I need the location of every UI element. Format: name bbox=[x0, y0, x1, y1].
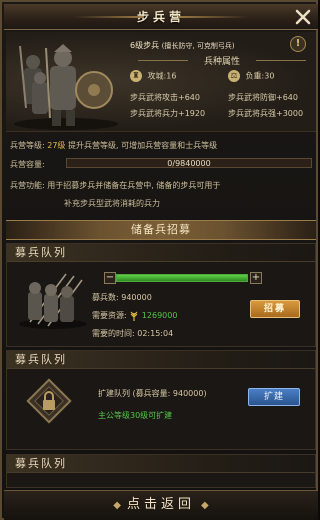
queue-3-title: 募兵队列 bbox=[7, 455, 315, 473]
recruit-resource-label: 需要资源: bbox=[92, 311, 127, 320]
camp-level-value: 27级 bbox=[47, 141, 66, 150]
weight-icon: ⚖ bbox=[228, 70, 240, 82]
unit-name: 6级步兵 bbox=[130, 41, 160, 50]
title-ornament-left bbox=[74, 16, 144, 18]
recruit-resource-value: 1269000 bbox=[141, 311, 178, 320]
bonus-attack-label: 步兵武将攻击 bbox=[130, 93, 178, 102]
stat-siege-value: 16 bbox=[166, 71, 177, 81]
recruit-time-label: 需要的时间: bbox=[92, 329, 135, 338]
bonus-troops: 步兵武将兵力+1920 bbox=[130, 108, 205, 119]
unit-note: (擅长防守, 可克制弓兵) bbox=[161, 42, 235, 50]
camp-level-label: 兵营等级: bbox=[10, 141, 45, 150]
expand-queue-label: 扩建队列 bbox=[98, 389, 130, 398]
quantity-decrease-button[interactable]: − bbox=[104, 272, 116, 284]
recruit-quantity-slider[interactable] bbox=[116, 274, 248, 282]
quantity-increase-button[interactable]: + bbox=[250, 272, 262, 284]
bonus-attack: 步兵武将攻击+640 bbox=[130, 92, 200, 103]
recruit-count-line: 募兵数: 940000 bbox=[92, 292, 152, 303]
recruit-queue-3: 募兵队列 bbox=[6, 454, 316, 488]
back-diamond-left-icon: ◆ bbox=[113, 500, 121, 511]
recruit-count-label: 募兵数: bbox=[92, 293, 119, 302]
expand-capacity-note: (募兵容量: 940000) bbox=[132, 389, 207, 398]
camp-function-desc-1: 用于招募步兵并储备在兵营中, 储备的步兵可用于 bbox=[47, 181, 221, 190]
bonus-troops-value: +1920 bbox=[178, 109, 206, 118]
expand-queue-line: 扩建队列 (募兵容量: 940000) bbox=[98, 388, 207, 399]
barracks-window: 步兵营 6级步兵 (擅长防守, 可克制弓兵) ! 兵种属性 ♜ 攻城:16 ⚖ … bbox=[0, 0, 318, 520]
back-label: 点击返回 bbox=[126, 497, 195, 512]
bonus-strength: 步兵武将兵强+3000 bbox=[228, 108, 303, 119]
recruit-soldiers-image bbox=[19, 273, 87, 329]
bonus-defense-label: 步兵武将防御 bbox=[228, 93, 276, 102]
camp-capacity-bar: 0/9840000 bbox=[66, 158, 312, 168]
back-button[interactable]: ◆ 点击返回 ◆ bbox=[4, 490, 318, 520]
bonus-defense-value: +640 bbox=[276, 93, 298, 102]
infantry-soldiers-image bbox=[14, 44, 118, 130]
camp-level-line: 兵营等级: 27级 提升兵营等级, 可增加兵营容量和士兵等级 bbox=[10, 140, 217, 151]
stat-weight: ⚖ 负重:30 bbox=[228, 70, 274, 82]
camp-capacity-text: 0/9840000 bbox=[167, 159, 211, 168]
lock-icon bbox=[26, 378, 72, 424]
stat-weight-label: 负重: bbox=[245, 71, 265, 81]
bonus-strength-label: 步兵武将兵强 bbox=[228, 109, 276, 118]
expand-requirement: 主公等级30级可扩建 bbox=[98, 411, 173, 420]
attributes-title: 兵种属性 bbox=[130, 54, 314, 67]
recruit-time-line: 需要的时间: 02:15:04 bbox=[92, 328, 173, 339]
slider-fill bbox=[117, 275, 247, 281]
expand-button[interactable]: 扩建 bbox=[248, 388, 300, 406]
siege-icon: ♜ bbox=[130, 70, 142, 82]
bonus-troops-label: 步兵武将兵力 bbox=[130, 109, 178, 118]
bonus-attack-value: +640 bbox=[178, 93, 200, 102]
back-diamond-right-icon: ◆ bbox=[201, 500, 209, 511]
title-bar: 步兵营 bbox=[4, 4, 318, 30]
info-icon[interactable]: ! bbox=[290, 36, 306, 52]
wheat-icon bbox=[130, 311, 138, 321]
recruit-count-value: 940000 bbox=[121, 293, 152, 302]
queue-1-title: 募兵队列 bbox=[7, 244, 315, 262]
close-button[interactable] bbox=[290, 4, 316, 30]
title-ornament-right bbox=[178, 16, 248, 18]
recruit-time-value: 02:15:04 bbox=[137, 329, 174, 338]
camp-function-label: 兵营功能: bbox=[10, 181, 45, 190]
reserve-recruit-banner: 储备兵招募 bbox=[6, 220, 316, 240]
camp-capacity-label: 兵营容量: bbox=[10, 160, 45, 169]
camp-function-desc-2: 补充步兵型武将消耗的兵力 bbox=[64, 199, 160, 208]
bonus-strength-value: +3000 bbox=[276, 109, 304, 118]
stat-siege-label: 攻城: bbox=[147, 71, 167, 81]
stat-weight-value: 30 bbox=[264, 71, 275, 81]
stat-siege: ♜ 攻城:16 bbox=[130, 70, 176, 82]
camp-level-desc: 提升兵营等级, 可增加兵营容量和士兵等级 bbox=[67, 141, 218, 150]
unit-name-line: 6级步兵 (擅长防守, 可克制弓兵) bbox=[130, 40, 235, 51]
recruit-resource-line: 需要资源: 1269000 bbox=[92, 310, 177, 321]
close-x-icon bbox=[295, 9, 311, 25]
camp-function-line: 兵营功能: 用于招募步兵并储备在兵营中, 储备的步兵可用于 bbox=[10, 180, 220, 191]
unit-hero-panel: 6级步兵 (擅长防守, 可克制弓兵) ! 兵种属性 ♜ 攻城:16 ⚖ 负重:3… bbox=[6, 32, 316, 132]
bonus-defense: 步兵武将防御+640 bbox=[228, 92, 298, 103]
recruit-button[interactable]: 招募 bbox=[250, 300, 300, 318]
queue-2-title: 募兵队列 bbox=[7, 351, 315, 369]
